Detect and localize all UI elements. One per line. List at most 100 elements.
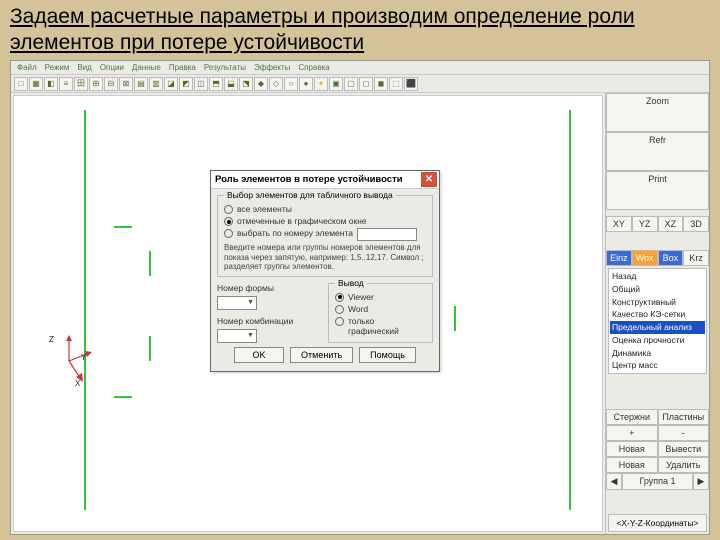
menu-item[interactable]: Результаты — [204, 63, 246, 72]
dialog-title-text: Роль элементов в потере устойчивости — [215, 174, 403, 185]
axis-y-label: Y — [81, 353, 86, 362]
group-next[interactable]: ▶ — [693, 473, 709, 490]
radio-label: Viewer — [348, 292, 374, 302]
group-title: Выбор элементов для табличного вывода — [224, 190, 396, 200]
view-3d[interactable]: 3D — [683, 216, 709, 232]
form-number-label: Номер формы — [217, 283, 322, 293]
toolbar-button[interactable]: ▥ — [149, 77, 163, 91]
toolbar-button[interactable]: ⬔ — [239, 77, 253, 91]
menu-item[interactable]: Вид — [77, 63, 91, 72]
radio-label: все элементы — [237, 204, 292, 214]
toolbar-button[interactable]: ◻ — [359, 77, 373, 91]
print-button[interactable]: Print — [606, 171, 709, 210]
toolbar-button[interactable]: ▣ — [329, 77, 343, 91]
toolbar-button[interactable]: ◇ — [269, 77, 283, 91]
grid-udalit[interactable]: Удалить — [658, 457, 710, 473]
list-item[interactable]: Качество КЭ-сетки — [610, 308, 705, 321]
toolbar-button[interactable]: ◪ — [164, 77, 178, 91]
grid-novaya[interactable]: Новая — [606, 441, 658, 457]
refresh-button[interactable]: Refr — [606, 132, 709, 171]
toolbar-button[interactable]: ◆ — [254, 77, 268, 91]
close-icon[interactable]: ✕ — [421, 172, 437, 187]
list-item[interactable]: Назад — [610, 270, 705, 283]
filter-wox[interactable]: Wox — [632, 250, 658, 266]
grid-minus[interactable]: - — [658, 425, 710, 441]
view-xz[interactable]: XZ — [658, 216, 684, 232]
grid-sterzhni[interactable]: Стержни — [606, 409, 658, 425]
toolbar-button[interactable]: ○ — [284, 77, 298, 91]
list-item[interactable]: Конструктивный — [610, 296, 705, 309]
menu-item[interactable]: Данные — [132, 63, 161, 72]
radio-output-viewer[interactable] — [335, 293, 344, 302]
list-item[interactable]: Центр масс — [610, 359, 705, 372]
radio-all-elements[interactable] — [224, 205, 233, 214]
list-item[interactable]: Оценка прочности — [610, 334, 705, 347]
radio-output-graphic[interactable] — [335, 317, 344, 326]
toolbar-button[interactable]: ⬛ — [404, 77, 418, 91]
view-yz[interactable]: YZ — [632, 216, 658, 232]
axis-x-label: X — [75, 379, 80, 388]
filter-einz[interactable]: Einz — [606, 250, 632, 266]
group-title: Вывод — [335, 278, 367, 288]
group-element-selection: Выбор элементов для табличного вывода вс… — [217, 195, 433, 277]
toolbar-button[interactable]: ⬓ — [224, 77, 238, 91]
zoom-button[interactable]: Zoom — [606, 93, 709, 132]
toolbar: □ ▦ ◧ ≡ 田 ⊞ ⊟ ⊠ ▤ ▥ ◪ ◩ ◫ ⬒ ⬓ ⬔ ◆ ◇ ○ ● … — [11, 75, 709, 93]
filter-box[interactable]: Box — [658, 250, 684, 266]
radio-label: выбрать по номеру элемента — [237, 228, 353, 238]
chevron-down-icon: ▼ — [247, 299, 254, 306]
right-panel: Zoom Refr Print XY YZ XZ 3D Einz Wox Box… — [605, 93, 709, 534]
menu-item[interactable]: Эффекты — [254, 63, 290, 72]
grid-novaya2[interactable]: Новая — [606, 457, 658, 473]
toolbar-button[interactable]: ◫ — [194, 77, 208, 91]
toolbar-button[interactable]: ⬒ — [209, 77, 223, 91]
toolbar-button[interactable]: ◼ — [374, 77, 388, 91]
ok-button[interactable]: OK — [234, 347, 284, 363]
grid-plus[interactable]: + — [606, 425, 658, 441]
menu-item[interactable]: Справка — [298, 63, 329, 72]
list-item[interactable]: Общий — [610, 283, 705, 296]
element-number-input[interactable] — [357, 228, 417, 241]
menu-item[interactable]: Файл — [17, 63, 37, 72]
combination-combo[interactable]: ▼ — [217, 329, 257, 343]
chevron-down-icon: ▼ — [247, 332, 254, 339]
status-coordinates: <X-Y-Z-Координаты> — [608, 514, 707, 532]
list-item[interactable]: Предельный анализ — [610, 321, 705, 334]
mode-list[interactable]: Назад Общий Конструктивный Качество КЭ-с… — [608, 268, 707, 374]
group-prev[interactable]: ◀ — [606, 473, 622, 490]
radio-output-word[interactable] — [335, 305, 344, 314]
toolbar-button[interactable]: ▤ — [134, 77, 148, 91]
help-button[interactable]: Помощь — [359, 347, 416, 363]
radio-by-number[interactable] — [224, 229, 233, 238]
menu-item[interactable]: Правка — [169, 63, 196, 72]
toolbar-button[interactable]: ▦ — [29, 77, 43, 91]
toolbar-button[interactable]: ▢ — [344, 77, 358, 91]
menu-item[interactable]: Опции — [100, 63, 124, 72]
group-output: Вывод Viewer Word только графический — [328, 283, 433, 343]
menu-item[interactable]: Режим — [45, 63, 70, 72]
toolbar-button[interactable]: ⊠ — [119, 77, 133, 91]
toolbar-button[interactable]: ◧ — [44, 77, 58, 91]
radio-label: только графический — [348, 316, 426, 336]
filter-krz[interactable]: Krz — [683, 250, 709, 266]
group-label: Группа 1 — [622, 473, 693, 490]
toolbar-button[interactable]: ⊞ — [89, 77, 103, 91]
toolbar-button[interactable]: 田 — [74, 77, 88, 91]
slide-title: Задаем расчетные параметры и производим … — [10, 4, 720, 57]
grid-vyvesti[interactable]: Вывести — [658, 441, 710, 457]
list-item[interactable]: Динамика — [610, 347, 705, 360]
toolbar-button[interactable]: ≡ — [59, 77, 73, 91]
form-number-combo[interactable]: ▼ — [217, 296, 257, 310]
toolbar-button[interactable]: ⊟ — [104, 77, 118, 91]
grid-plastiny[interactable]: Пластины — [658, 409, 710, 425]
cancel-button[interactable]: Отменить — [290, 347, 353, 363]
radio-label: отмеченные в графическом окне — [237, 216, 367, 226]
toolbar-button[interactable]: ● — [299, 77, 313, 91]
toolbar-button[interactable]: □ — [14, 77, 28, 91]
radio-marked-in-window[interactable] — [224, 217, 233, 226]
combo-number-label: Номер комбинации — [217, 316, 322, 326]
toolbar-button[interactable]: ◩ — [179, 77, 193, 91]
toolbar-button[interactable]: ⬚ — [389, 77, 403, 91]
toolbar-button[interactable]: ✦ — [314, 77, 328, 91]
view-xy[interactable]: XY — [606, 216, 632, 232]
